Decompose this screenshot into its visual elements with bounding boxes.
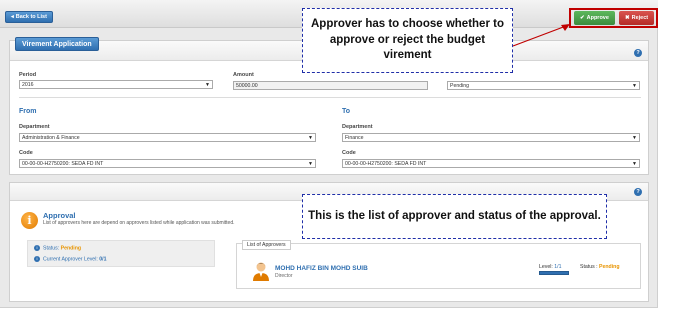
- period-select[interactable]: 2016 ▼: [19, 80, 213, 89]
- amount-value: 50000.00: [236, 83, 258, 89]
- chevron-down-icon: ▼: [632, 161, 637, 167]
- amount-label: Amount: [233, 72, 254, 78]
- level-value: 1/1: [554, 264, 562, 270]
- chevron-down-icon: ▼: [632, 83, 637, 89]
- level-progress-bar: [539, 271, 569, 275]
- back-to-list-label: Back to List: [15, 14, 47, 20]
- question-icon[interactable]: ?: [634, 49, 642, 57]
- approval-title: Approval: [43, 211, 76, 220]
- info-icon: i: [21, 212, 38, 229]
- to-code-label: Code: [342, 150, 356, 156]
- chevron-down-icon: ▼: [205, 82, 210, 88]
- period-value: 2016: [22, 82, 34, 88]
- chevron-down-icon: ▼: [308, 135, 313, 141]
- approval-status-value: Pending: [60, 245, 82, 252]
- approver-status: Status : Pending: [580, 264, 620, 270]
- from-code-value: 00-00-00-H2750200: SEDA FD INT: [22, 161, 104, 167]
- chevron-down-icon: ▼: [632, 135, 637, 141]
- back-to-list-button[interactable]: ◂ Back to List: [5, 11, 53, 23]
- to-department-select[interactable]: Finance ▼: [342, 133, 640, 142]
- current-level-label: Current Approver Level:: [43, 256, 98, 263]
- chevron-down-icon: ▼: [308, 161, 313, 167]
- arrow-left-icon: ◂: [11, 14, 14, 20]
- to-code-value: 00-00-00-H2750200: SEDA FD INT: [345, 161, 427, 167]
- approve-reject-highlight: [569, 8, 658, 28]
- from-section-title: From: [19, 108, 37, 115]
- annotation-callout-approvers: This is the list of approver and status …: [302, 194, 607, 239]
- info-icon: i: [34, 256, 40, 262]
- approver-list: List of Approvers MOHD HAFIZ BIN MOHD SU…: [236, 240, 641, 289]
- approval-description: List of approvers here are depend on app…: [43, 220, 235, 226]
- current-level-value: 0/1: [99, 256, 107, 263]
- current-level-row: i Current Approver Level: 0/1: [34, 256, 106, 262]
- approval-status-row: i Status: Pending: [34, 245, 81, 251]
- to-department-value: Finance: [345, 135, 364, 141]
- info-icon: i: [34, 245, 40, 251]
- approval-status-box: i Status: Pending i Current Approver Level…: [27, 240, 215, 267]
- amount-field[interactable]: 50000.00: [233, 81, 428, 90]
- to-department-label: Department: [342, 124, 373, 130]
- approver-name: MOHD HAFIZ BIN MOHD SUIB: [275, 265, 368, 272]
- user-avatar-icon: [253, 262, 269, 281]
- question-icon[interactable]: ?: [634, 188, 642, 196]
- from-code-select[interactable]: 00-00-00-H2750200: SEDA FD INT ▼: [19, 159, 316, 168]
- to-code-select[interactable]: 00-00-00-H2750200: SEDA FD INT ▼: [342, 159, 640, 168]
- from-department-select[interactable]: Administration & Finance ▼: [19, 133, 316, 142]
- period-label: Period: [19, 72, 37, 78]
- approver-list-tab: List of Approvers: [242, 240, 291, 250]
- from-department-label: Department: [19, 124, 50, 130]
- from-department-value: Administration & Finance: [22, 135, 80, 141]
- approver-status-label: Status :: [580, 264, 598, 270]
- annotation-arrow: [512, 24, 570, 47]
- status-select[interactable]: Pending ▼: [447, 81, 640, 90]
- level-label: Level:: [539, 264, 553, 270]
- from-code-label: Code: [19, 150, 33, 156]
- status-select-value: Pending: [450, 83, 470, 89]
- to-section-title: To: [342, 108, 351, 115]
- virement-tab-title: Virement Application: [15, 37, 99, 51]
- annotation-callout-approve: Approver has to choose whether to approv…: [302, 8, 513, 73]
- approver-level: Level: 1/1: [539, 264, 562, 270]
- approver-status-value: Pending: [599, 264, 620, 270]
- approval-status-label: Status:: [43, 245, 60, 252]
- approver-role: Director: [275, 273, 293, 279]
- divider: [19, 97, 641, 98]
